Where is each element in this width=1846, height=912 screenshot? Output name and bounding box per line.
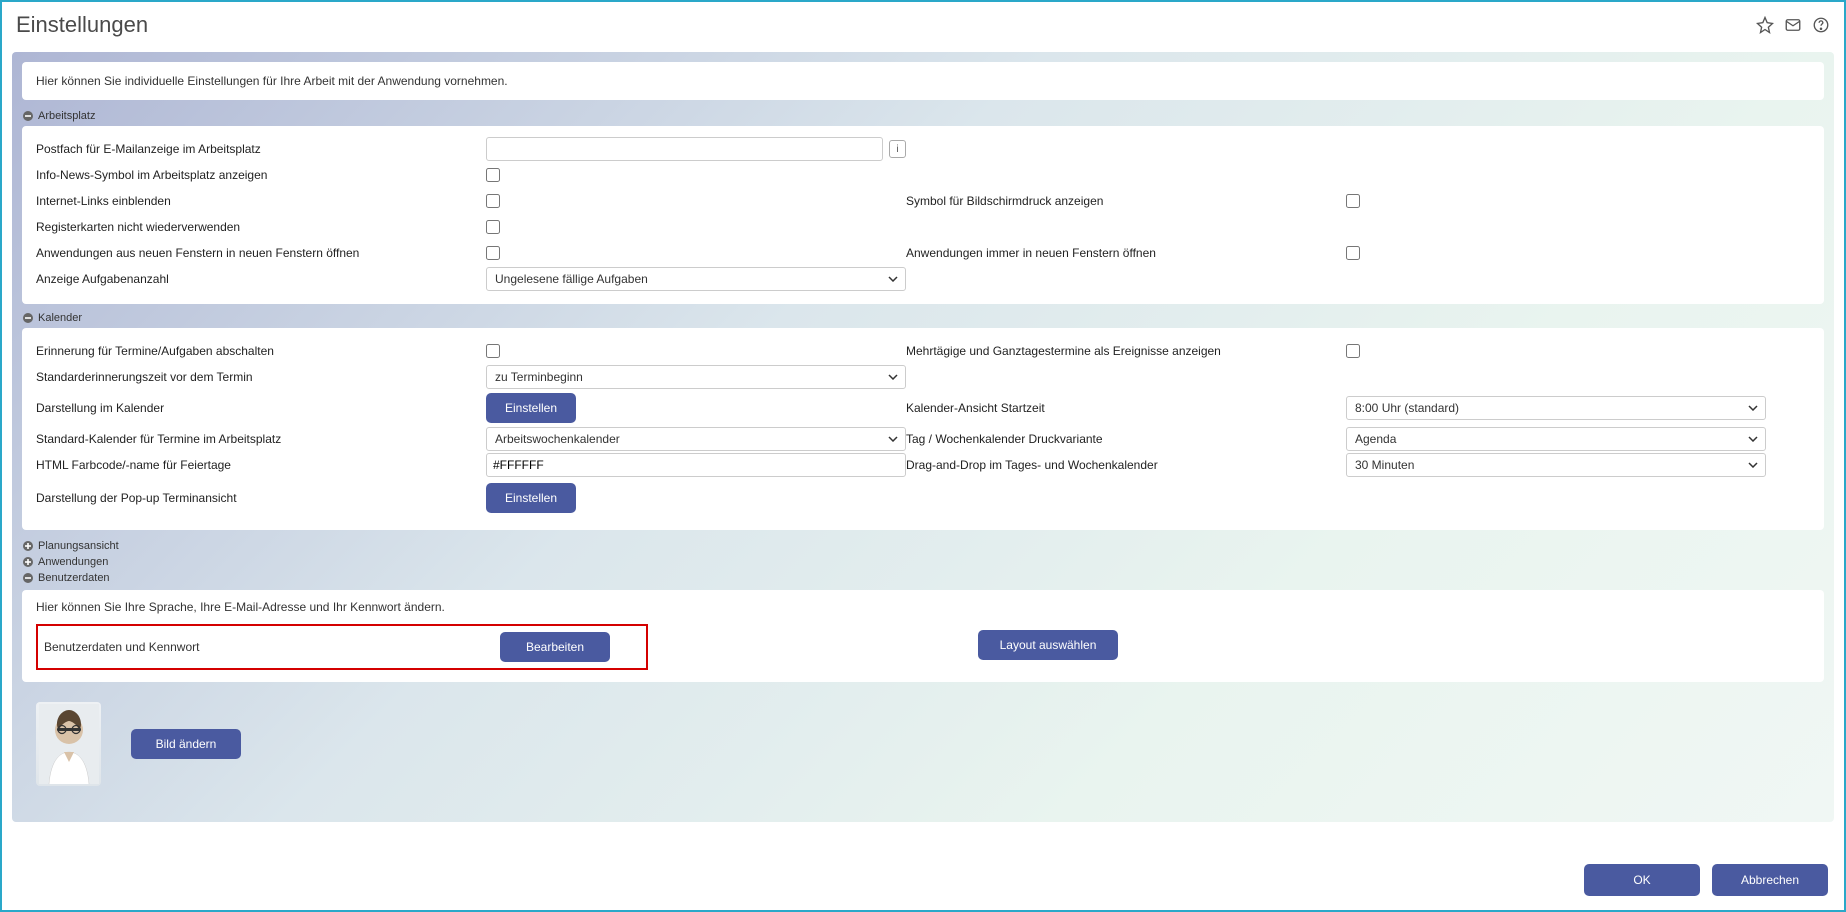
ok-button[interactable]: OK xyxy=(1584,864,1700,896)
immerneuefenster-label: Anwendungen immer in neuen Fenstern öffn… xyxy=(906,242,1346,264)
darstellung-label: Darstellung im Kalender xyxy=(36,397,486,419)
postfach-input[interactable] xyxy=(486,137,883,161)
bk-label: Benutzerdaten und Kennwort xyxy=(44,640,500,654)
panel-kalender: Erinnerung für Termine/Aufgaben abschalt… xyxy=(22,328,1824,530)
panel-arbeitsplatz: Postfach für E-Mailanzeige im Arbeitspla… xyxy=(22,126,1824,304)
section-title: Arbeitsplatz xyxy=(38,110,95,122)
collapsed-sections: Planungsansicht Anwendungen Benutzerdate… xyxy=(22,536,1824,588)
druckvar-label: Tag / Wochenkalender Druckvariante xyxy=(906,428,1346,450)
mehrtagig-checkbox[interactable] xyxy=(1346,344,1360,358)
erinnerung-label: Erinnerung für Termine/Aufgaben abschalt… xyxy=(36,340,486,362)
internetlinks-checkbox[interactable] xyxy=(486,194,500,208)
immerneuefenster-checkbox[interactable] xyxy=(1346,246,1360,260)
panel-benutzerdaten: Hier können Sie Ihre Sprache, Ihre E-Mai… xyxy=(22,590,1824,682)
chevron-down-icon xyxy=(888,276,898,282)
popup-button[interactable]: Einstellen xyxy=(486,483,576,513)
aufgabenanz-label: Anzeige Aufgabenanzahl xyxy=(36,268,486,290)
startzeit-select[interactable]: 8:00 Uhr (standard) xyxy=(1346,396,1766,420)
startzeit-value: 8:00 Uhr (standard) xyxy=(1355,401,1459,415)
stderinnerung-select[interactable]: zu Terminbeginn xyxy=(486,365,906,389)
content-area: Hier können Sie individuelle Einstellung… xyxy=(12,52,1834,822)
mehrtagig-label: Mehrtägige und Ganztagestermine als Erei… xyxy=(906,340,1346,362)
collapse-icon xyxy=(22,572,34,584)
help-icon[interactable] xyxy=(1812,16,1830,34)
avatar xyxy=(36,702,101,786)
farbcode-input[interactable] xyxy=(486,453,906,477)
startzeit-label: Kalender-Ansicht Startzeit xyxy=(906,397,1346,419)
bearbeiten-button[interactable]: Bearbeiten xyxy=(500,632,610,662)
footer-buttons: OK Abbrechen xyxy=(1584,864,1828,896)
postfach-label: Postfach für E-Mailanzeige im Arbeitspla… xyxy=(36,138,486,160)
intro-text: Hier können Sie individuelle Einstellung… xyxy=(36,74,508,88)
section-header-anwendungen[interactable]: Anwendungen xyxy=(22,554,1824,570)
section-title: Kalender xyxy=(38,312,82,324)
aufgabenanz-select[interactable]: Ungelesene fällige Aufgaben xyxy=(486,267,906,291)
infonews-label: Info-News-Symbol im Arbeitsplatz anzeige… xyxy=(36,164,486,186)
neuefenster-checkbox[interactable] xyxy=(486,246,500,260)
cancel-button[interactable]: Abbrechen xyxy=(1712,864,1828,896)
page-header: Einstellungen xyxy=(2,2,1844,46)
benutzerdaten-intro: Hier können Sie Ihre Sprache, Ihre E-Mai… xyxy=(36,600,1810,624)
avatar-row: Bild ändern xyxy=(22,688,1824,794)
chevron-down-icon xyxy=(1748,405,1758,411)
section-header-planung[interactable]: Planungsansicht xyxy=(22,538,1824,554)
stderinnerung-value: zu Terminbeginn xyxy=(495,370,583,384)
section-header-arbeitsplatz[interactable]: Arbeitsplatz xyxy=(22,108,1824,124)
dragdrop-value: 30 Minuten xyxy=(1355,458,1414,472)
darstellung-button[interactable]: Einstellen xyxy=(486,393,576,423)
mail-icon[interactable] xyxy=(1784,16,1802,34)
expand-icon xyxy=(22,556,34,568)
benutzerdaten-highlight: Benutzerdaten und Kennwort Bearbeiten xyxy=(36,624,648,670)
stdkal-value: Arbeitswochenkalender xyxy=(495,432,620,446)
info-icon[interactable]: i xyxy=(889,140,906,158)
intro-panel: Hier können Sie individuelle Einstellung… xyxy=(22,62,1824,100)
stderinnerung-label: Standarderinnerungszeit vor dem Termin xyxy=(36,366,486,388)
register-checkbox[interactable] xyxy=(486,220,500,234)
stdkal-select[interactable]: Arbeitswochenkalender xyxy=(486,427,906,451)
stdkal-label: Standard-Kalender für Termine im Arbeits… xyxy=(36,428,486,450)
star-icon[interactable] xyxy=(1756,16,1774,34)
chevron-down-icon xyxy=(888,436,898,442)
register-label: Registerkarten nicht wiederverwenden xyxy=(36,216,486,238)
chevron-down-icon xyxy=(1748,462,1758,468)
druckvar-value: Agenda xyxy=(1355,432,1396,446)
page-title: Einstellungen xyxy=(16,12,148,38)
chevron-down-icon xyxy=(1748,436,1758,442)
erinnerung-checkbox[interactable] xyxy=(486,344,500,358)
layout-button[interactable]: Layout auswählen xyxy=(978,630,1118,660)
farbcode-label: HTML Farbcode/-name für Feiertage xyxy=(36,454,486,476)
section-title: Benutzerdaten xyxy=(38,572,110,584)
collapse-icon xyxy=(22,312,34,324)
aufgabenanz-value: Ungelesene fällige Aufgaben xyxy=(495,272,648,286)
section-title: Anwendungen xyxy=(38,556,108,568)
section-header-kalender[interactable]: Kalender xyxy=(22,310,1824,326)
bildschirmdruck-label: Symbol für Bildschirmdruck anzeigen xyxy=(906,190,1346,212)
bild-aendern-button[interactable]: Bild ändern xyxy=(131,729,241,759)
internetlinks-label: Internet-Links einblenden xyxy=(36,190,486,212)
expand-icon xyxy=(22,540,34,552)
infonews-checkbox[interactable] xyxy=(486,168,500,182)
section-header-benutzerdaten[interactable]: Benutzerdaten xyxy=(22,570,1824,586)
section-title: Planungsansicht xyxy=(38,540,119,552)
popup-label: Darstellung der Pop-up Terminansicht xyxy=(36,487,486,509)
chevron-down-icon xyxy=(888,374,898,380)
dragdrop-label: Drag-and-Drop im Tages- und Wochenkalend… xyxy=(906,454,1346,476)
bildschirmdruck-checkbox[interactable] xyxy=(1346,194,1360,208)
dragdrop-select[interactable]: 30 Minuten xyxy=(1346,453,1766,477)
druckvar-select[interactable]: Agenda xyxy=(1346,427,1766,451)
neuefenster-label: Anwendungen aus neuen Fenstern in neuen … xyxy=(36,242,486,264)
collapse-icon xyxy=(22,110,34,122)
header-icons xyxy=(1756,16,1830,34)
